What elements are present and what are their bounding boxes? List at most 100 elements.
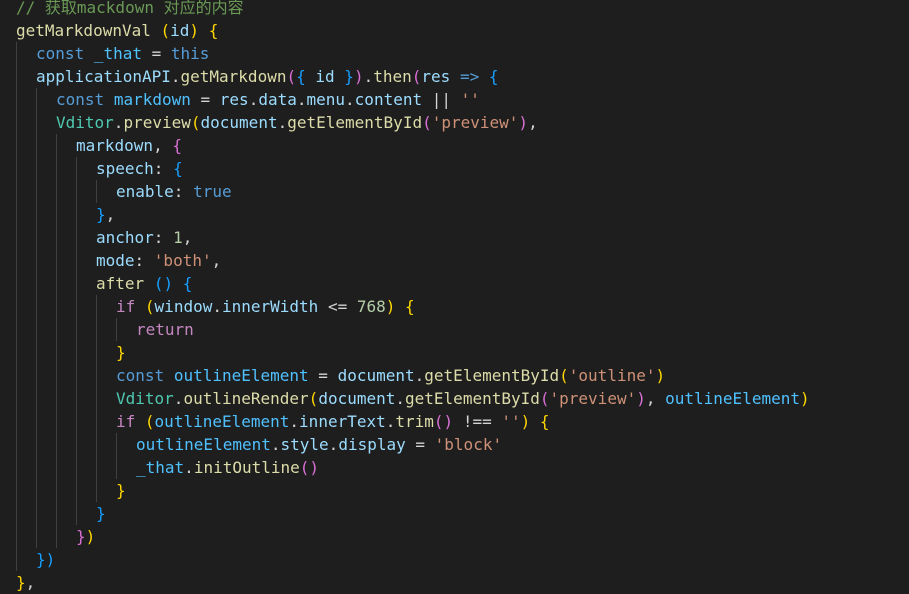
code-line[interactable]: _that.initOutline() xyxy=(0,456,909,479)
indent-guide xyxy=(36,157,37,180)
code-token: , xyxy=(528,113,538,132)
indent-guide xyxy=(56,525,57,548)
indent-guide xyxy=(16,479,17,502)
code-token: Vditor xyxy=(56,113,114,132)
code-token: . xyxy=(395,389,406,408)
code-line[interactable]: applicationAPI.getMarkdown({ id }).then(… xyxy=(0,65,909,88)
indent-guide xyxy=(116,433,117,456)
indent-guide xyxy=(16,387,17,410)
code-text: } xyxy=(116,341,126,364)
code-text: getMarkdownVal (id) { xyxy=(16,19,218,42)
indent-guide xyxy=(56,364,57,387)
code-token: _that xyxy=(93,44,142,63)
code-line[interactable]: // 获取mackdown 对应的内容 xyxy=(0,0,909,19)
code-token: , xyxy=(105,205,116,224)
code-line[interactable]: } xyxy=(0,502,909,525)
code-token: , xyxy=(153,136,173,155)
indent-guide xyxy=(116,456,117,479)
code-text: if (outlineElement.innerText.trim() !== … xyxy=(116,410,550,433)
code-token: if xyxy=(116,412,136,431)
code-line[interactable]: enable: true xyxy=(0,180,909,203)
code-token: res xyxy=(219,90,249,109)
code-token: . xyxy=(277,113,288,132)
indent-guide xyxy=(16,433,17,456)
code-line[interactable]: Vditor.outlineRender(document.getElement… xyxy=(0,387,909,410)
code-token: // 获取mackdown 对应的内容 xyxy=(16,0,244,17)
indent-guide xyxy=(36,410,37,433)
code-token: } xyxy=(96,504,106,523)
indent-guide xyxy=(76,456,77,479)
indent-guide xyxy=(96,341,97,364)
code-line[interactable]: anchor: 1, xyxy=(0,226,909,249)
code-text: speech: { xyxy=(96,157,183,180)
indent-guide xyxy=(16,134,17,157)
indent-guide xyxy=(36,502,37,525)
indent-guide xyxy=(16,88,17,111)
code-line[interactable]: const outlineElement = document.getEleme… xyxy=(0,364,909,387)
code-token: id xyxy=(170,21,190,40)
code-token: ( xyxy=(286,67,297,86)
code-token: 'outline' xyxy=(568,366,656,385)
indent-guide xyxy=(56,272,57,295)
code-token: document xyxy=(200,113,278,132)
code-line[interactable]: }, xyxy=(0,203,909,226)
indent-guide xyxy=(96,456,97,479)
code-line[interactable]: }) xyxy=(0,525,909,548)
code-token: trim xyxy=(395,412,434,431)
code-editor[interactable]: // 获取mackdown 对应的内容 getMarkdownVal (id) {… xyxy=(0,0,909,592)
indent-guide xyxy=(76,203,77,226)
code-token: () xyxy=(153,274,174,293)
code-line[interactable]: getMarkdownVal (id) { xyxy=(0,19,909,42)
code-line[interactable]: } xyxy=(0,479,909,502)
code-line[interactable]: mode: 'both', xyxy=(0,249,909,272)
code-token: res xyxy=(421,67,451,86)
code-token: . xyxy=(170,67,181,86)
code-line[interactable]: return xyxy=(0,318,909,341)
code-token: = xyxy=(308,366,338,385)
indent-guide xyxy=(76,226,77,249)
code-line[interactable]: after () { xyxy=(0,272,909,295)
code-token: 'preview' xyxy=(549,389,637,408)
code-token: } xyxy=(16,573,26,592)
code-line[interactable]: }, xyxy=(0,571,909,594)
code-token: ( xyxy=(144,412,155,431)
indent-guide xyxy=(16,157,17,180)
code-line[interactable]: if (outlineElement.innerText.trim() !== … xyxy=(0,410,909,433)
code-token: getElementById xyxy=(405,389,540,408)
code-line[interactable]: const _that = this xyxy=(0,42,909,65)
code-token: . xyxy=(363,67,374,86)
code-line[interactable]: outlineElement.style.display = 'block' xyxy=(0,433,909,456)
code-line[interactable]: if (window.innerWidth <= 768) { xyxy=(0,295,909,318)
indent-guide xyxy=(16,502,17,525)
code-text: }) xyxy=(76,525,95,548)
code-token: preview xyxy=(123,113,191,132)
indent-guide xyxy=(76,249,77,272)
code-token: . xyxy=(270,435,281,454)
code-line[interactable]: Vditor.preview(document.getElementById('… xyxy=(0,111,909,134)
code-token: = xyxy=(190,90,220,109)
code-token: . xyxy=(296,90,307,109)
code-token: ( xyxy=(539,389,550,408)
code-token: id xyxy=(315,67,335,86)
code-line[interactable]: speech: { xyxy=(0,157,909,180)
code-token: ) xyxy=(85,527,96,546)
code-token: . xyxy=(289,412,300,431)
indent-guide xyxy=(36,295,37,318)
code-token: display xyxy=(338,435,406,454)
code-line[interactable]: markdown, { xyxy=(0,134,909,157)
code-line[interactable]: }) xyxy=(0,548,909,571)
code-line[interactable]: } xyxy=(0,341,909,364)
code-line[interactable]: const markdown = res.data.menu.content |… xyxy=(0,88,909,111)
indent-guide xyxy=(36,180,37,203)
indent-guide xyxy=(36,364,37,387)
code-token: ( xyxy=(160,21,171,40)
code-text: // 获取mackdown 对应的内容 xyxy=(16,0,244,19)
code-text: after () { xyxy=(96,272,192,295)
indent-guide xyxy=(56,341,57,364)
code-token: after xyxy=(96,274,145,293)
code-token: { xyxy=(208,21,219,40)
indent-guide xyxy=(16,272,17,295)
